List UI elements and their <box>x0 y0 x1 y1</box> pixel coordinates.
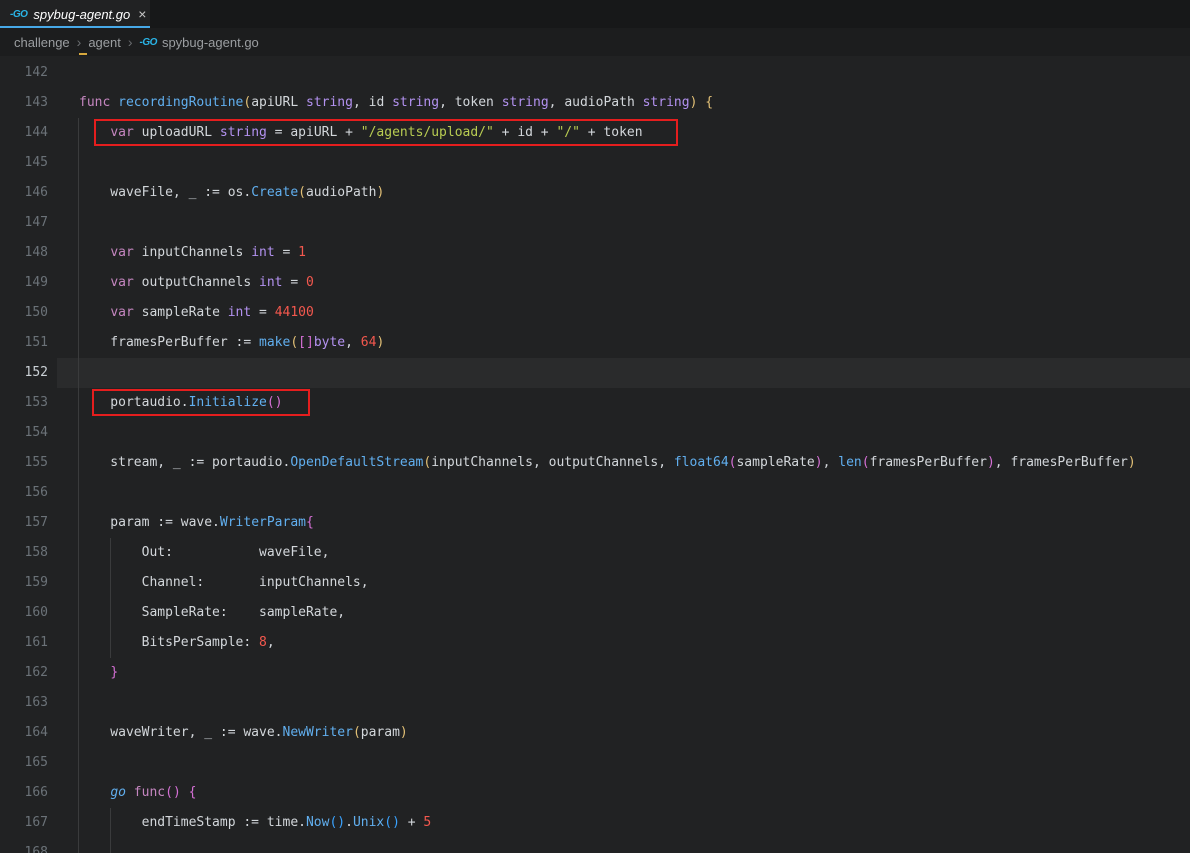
chevron-right-icon: › <box>77 34 82 50</box>
line-number[interactable]: 161 <box>0 628 63 658</box>
line-number[interactable]: 157 <box>0 508 63 538</box>
code-line[interactable]: 163 <box>0 688 1190 718</box>
chevron-right-icon: › <box>128 34 133 50</box>
code-line[interactable]: 142 <box>0 58 1190 88</box>
line-number[interactable]: 168 <box>0 838 63 853</box>
code-line[interactable]: 159 Channel: inputChannels, <box>0 568 1190 598</box>
code-text: waveWriter, _ := wave.NewWriter(param) <box>63 718 408 748</box>
code-line[interactable]: 162 } <box>0 658 1190 688</box>
tab-title: spybug-agent.go <box>33 7 130 22</box>
line-number[interactable]: 163 <box>0 688 63 718</box>
code-line[interactable]: 152 <box>0 358 1190 388</box>
code-text <box>63 148 79 178</box>
code-line[interactable]: 155 stream, _ := portaudio.OpenDefaultSt… <box>0 448 1190 478</box>
vscode-window: -GO spybug-agent.go × challenge › agent … <box>0 0 1190 853</box>
code-text <box>63 688 79 718</box>
code-line[interactable]: 166 go func() { <box>0 778 1190 808</box>
code-line[interactable]: 168 <box>0 838 1190 853</box>
code-editor[interactable]: 142143func recordingRoutine(apiURL strin… <box>0 56 1190 853</box>
tab-strip: -GO spybug-agent.go × <box>0 0 1190 28</box>
go-icon: -GO <box>140 37 157 48</box>
breadcrumb: challenge › agent › -GO spybug-agent.go <box>0 28 1190 56</box>
line-number[interactable]: 167 <box>0 808 63 838</box>
code-text <box>63 838 79 853</box>
code-text: BitsPerSample: 8, <box>63 628 275 658</box>
line-number[interactable]: 153 <box>0 388 63 418</box>
code-line[interactable]: 149 var outputChannels int = 0 <box>0 268 1190 298</box>
tab-spybug-agent[interactable]: -GO spybug-agent.go × <box>0 0 150 28</box>
line-number[interactable]: 154 <box>0 418 63 448</box>
code-line[interactable]: 161 BitsPerSample: 8, <box>0 628 1190 658</box>
line-number[interactable]: 165 <box>0 748 63 778</box>
line-number[interactable]: 144 <box>0 118 63 148</box>
code-text: Channel: inputChannels, <box>63 568 369 598</box>
code-text: var inputChannels int = 1 <box>63 238 306 268</box>
code-line[interactable]: 167 endTimeStamp := time.Now().Unix() + … <box>0 808 1190 838</box>
code-text: param := wave.WriterParam{ <box>63 508 314 538</box>
indent-guide <box>110 538 111 658</box>
code-text <box>63 208 79 238</box>
line-number[interactable]: 143 <box>0 88 63 118</box>
code-line[interactable]: 154 <box>0 418 1190 448</box>
yellow-marker <box>79 53 87 55</box>
go-icon: -GO <box>10 9 27 20</box>
line-number[interactable]: 150 <box>0 298 63 328</box>
code-text: Out: waveFile, <box>63 538 329 568</box>
code-text: endTimeStamp := time.Now().Unix() + 5 <box>63 808 431 838</box>
code-line[interactable]: 151 framesPerBuffer := make([]byte, 64) <box>0 328 1190 358</box>
line-number[interactable]: 146 <box>0 178 63 208</box>
code-text <box>63 748 79 778</box>
code-text: framesPerBuffer := make([]byte, 64) <box>63 328 384 358</box>
code-line[interactable]: 148 var inputChannels int = 1 <box>0 238 1190 268</box>
line-number[interactable]: 152 <box>0 358 63 388</box>
code-text: var outputChannels int = 0 <box>63 268 314 298</box>
breadcrumb-item-file[interactable]: spybug-agent.go <box>162 35 259 50</box>
code-line[interactable]: 165 <box>0 748 1190 778</box>
line-number[interactable]: 159 <box>0 568 63 598</box>
line-number[interactable]: 149 <box>0 268 63 298</box>
indent-guide <box>110 808 111 853</box>
line-number[interactable]: 145 <box>0 148 63 178</box>
code-text <box>63 418 79 448</box>
code-line[interactable]: 158 Out: waveFile, <box>0 538 1190 568</box>
red-highlight-box <box>94 119 678 146</box>
code-line[interactable]: 164 waveWriter, _ := wave.NewWriter(para… <box>0 718 1190 748</box>
line-number[interactable]: 162 <box>0 658 63 688</box>
code-text: } <box>63 658 118 688</box>
code-text: waveFile, _ := os.Create(audioPath) <box>63 178 384 208</box>
code-text: stream, _ := portaudio.OpenDefaultStream… <box>63 448 1136 478</box>
line-number[interactable]: 166 <box>0 778 63 808</box>
code-line[interactable]: 150 var sampleRate int = 44100 <box>0 298 1190 328</box>
line-number[interactable]: 160 <box>0 598 63 628</box>
line-number[interactable]: 158 <box>0 538 63 568</box>
breadcrumb-item-agent[interactable]: agent <box>88 35 121 50</box>
code-text: SampleRate: sampleRate, <box>63 598 345 628</box>
code-text <box>63 478 79 508</box>
code-line[interactable]: 156 <box>0 478 1190 508</box>
line-number[interactable]: 142 <box>0 58 63 88</box>
red-highlight-box <box>92 389 310 416</box>
code-text: go func() { <box>63 778 196 808</box>
indent-guide <box>78 118 79 853</box>
code-line[interactable]: 160 SampleRate: sampleRate, <box>0 598 1190 628</box>
line-number[interactable]: 148 <box>0 238 63 268</box>
close-icon[interactable]: × <box>136 7 148 21</box>
code-text <box>63 358 79 388</box>
code-text: var sampleRate int = 44100 <box>63 298 314 328</box>
line-number[interactable]: 151 <box>0 328 63 358</box>
code-line[interactable]: 146 waveFile, _ := os.Create(audioPath) <box>0 178 1190 208</box>
code-line[interactable]: 147 <box>0 208 1190 238</box>
code-text <box>63 58 79 88</box>
code-line[interactable]: 145 <box>0 148 1190 178</box>
breadcrumb-item-challenge[interactable]: challenge <box>14 35 70 50</box>
code-text: func recordingRoutine(apiURL string, id … <box>63 88 713 118</box>
line-number[interactable]: 147 <box>0 208 63 238</box>
code-line[interactable]: 143func recordingRoutine(apiURL string, … <box>0 88 1190 118</box>
line-number[interactable]: 164 <box>0 718 63 748</box>
code-line[interactable]: 157 param := wave.WriterParam{ <box>0 508 1190 538</box>
line-number[interactable]: 155 <box>0 448 63 478</box>
line-number[interactable]: 156 <box>0 478 63 508</box>
